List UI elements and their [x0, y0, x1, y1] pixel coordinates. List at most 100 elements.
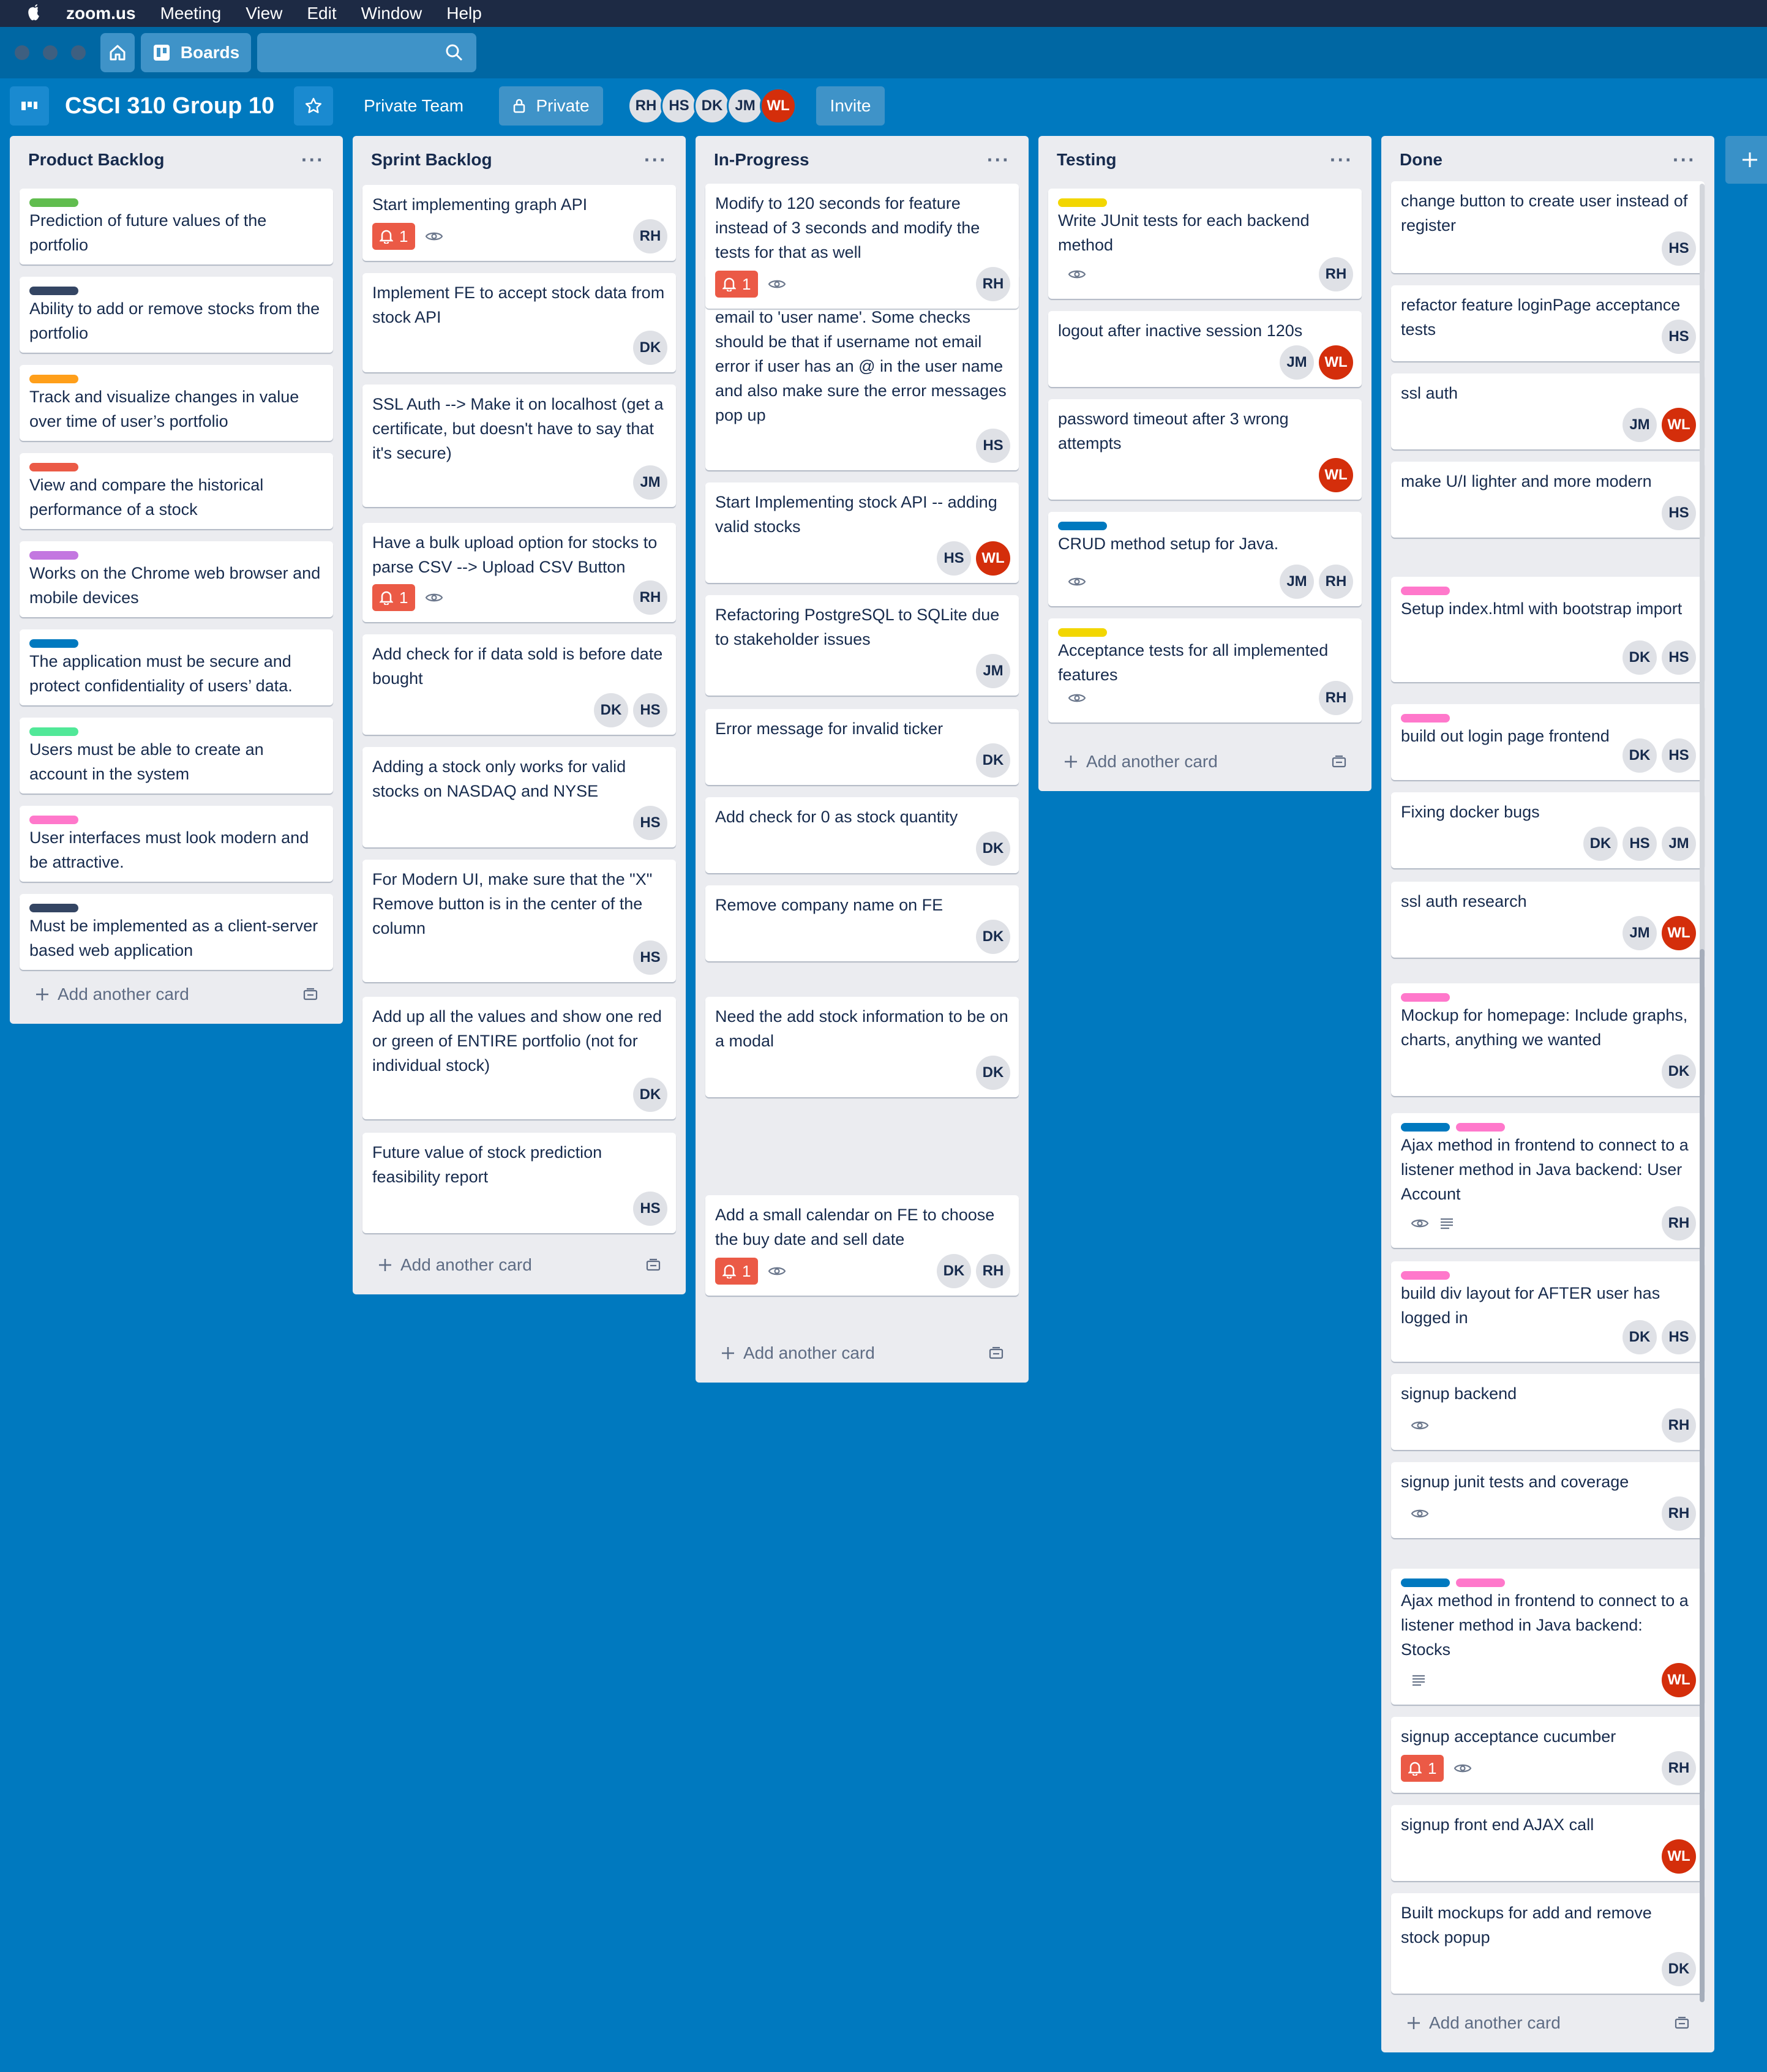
member-avatar[interactable]: RH [1319, 681, 1353, 715]
label-pink[interactable] [1456, 1123, 1505, 1132]
member-avatar[interactable]: RH [633, 219, 667, 253]
list-menu-icon[interactable]: ··· [301, 149, 325, 171]
card[interactable]: make U/I lighter and more modern HS [1391, 462, 1705, 538]
maximize-dot[interactable] [71, 45, 86, 60]
member-avatar[interactable]: RH [1319, 565, 1353, 599]
avatar[interactable]: HS [661, 88, 698, 124]
member-avatar[interactable]: HS [976, 429, 1010, 463]
label-pink[interactable] [1401, 587, 1450, 595]
member-avatar[interactable]: DK [976, 831, 1010, 866]
minimize-dot[interactable] [43, 45, 58, 60]
member-avatar[interactable]: RH [1319, 257, 1353, 291]
avatar[interactable]: JM [727, 88, 764, 124]
member-avatar[interactable]: WL [1662, 916, 1696, 950]
card[interactable]: build out login page frontend DK HS [1391, 704, 1705, 780]
boards-button[interactable]: Boards [141, 33, 251, 72]
card[interactable]: change button to create user instead of … [1391, 181, 1705, 273]
template-icon[interactable] [1674, 2016, 1690, 2030]
member-avatar[interactable]: WL [1662, 1663, 1696, 1697]
label-yellow[interactable] [1058, 198, 1107, 207]
list-menu-icon[interactable]: ··· [644, 149, 667, 171]
label-blue[interactable] [29, 639, 78, 648]
card[interactable]: Ability to add or remove stocks from the… [20, 277, 333, 353]
card[interactable]: logout after inactive session 120s JM WL [1048, 311, 1362, 387]
card[interactable]: User interfaces must look modern and be … [20, 806, 333, 882]
template-icon[interactable] [302, 987, 318, 1002]
member-avatar[interactable]: RH [1662, 1408, 1696, 1443]
home-button[interactable] [100, 33, 135, 72]
card[interactable]: For Modern UI, make sure that the "X" Re… [362, 860, 676, 982]
card[interactable]: build div layout for AFTER user has logg… [1391, 1261, 1705, 1362]
avatar[interactable]: RH [628, 88, 665, 124]
member-avatar[interactable]: RH [1662, 1751, 1696, 1785]
card[interactable]: The application must be secure and prote… [20, 629, 333, 705]
label-navy[interactable] [29, 287, 78, 295]
card[interactable]: refactor feature loginPage acceptance te… [1391, 285, 1705, 361]
team-button[interactable]: Private Team [364, 96, 463, 116]
card[interactable]: Modify to 120 seconds for feature instea… [705, 184, 1019, 309]
app-menu[interactable]: zoom.us [66, 4, 136, 23]
member-avatar[interactable]: HS [1662, 231, 1696, 266]
member-avatar[interactable]: DK [976, 1056, 1010, 1090]
card[interactable]: Remove company name on FE DK [705, 885, 1019, 961]
card[interactable]: Mockup for homepage: Include graphs, cha… [1391, 983, 1705, 1096]
notification-badge[interactable]: 1 [372, 584, 416, 611]
star-button[interactable] [294, 86, 334, 126]
member-avatar[interactable]: HS [633, 940, 667, 975]
member-avatar[interactable]: RH [1662, 1206, 1696, 1241]
card[interactable]: Implement FE to accept stock data from s… [362, 273, 676, 372]
list-title[interactable]: Sprint Backlog [371, 150, 492, 170]
close-dot[interactable] [15, 45, 29, 60]
member-avatar[interactable]: DK [976, 920, 1010, 954]
menu-view[interactable]: View [246, 4, 282, 23]
member-avatar[interactable]: HS [633, 806, 667, 840]
member-avatar[interactable]: HS [1662, 1320, 1696, 1354]
template-icon[interactable] [1331, 754, 1347, 769]
label-green[interactable] [29, 198, 78, 207]
member-avatar[interactable]: DK [1662, 1054, 1696, 1089]
add-card-button[interactable]: Add another card [362, 1245, 676, 1285]
member-avatar[interactable]: DK [633, 331, 667, 365]
member-avatar[interactable]: DK [976, 743, 1010, 778]
member-avatar[interactable]: HS [1623, 827, 1657, 861]
card[interactable]: Fixing docker bugs DK HS JM [1391, 792, 1705, 868]
card[interactable]: Start implementing graph API 1 RH [362, 185, 676, 261]
card[interactable]: Need the add stock information to be on … [705, 997, 1019, 1097]
card[interactable]: password timeout after 3 wrong attempts W… [1048, 399, 1362, 500]
member-avatar[interactable]: HS [1662, 320, 1696, 354]
label-orange[interactable] [29, 375, 78, 383]
card[interactable]: signup junit tests and coverage RH [1391, 1462, 1705, 1538]
list-menu-icon[interactable]: ··· [987, 149, 1010, 171]
label-blue[interactable] [1058, 522, 1107, 530]
card[interactable]: Add up all the values and show one red o… [362, 997, 676, 1119]
label-yellow[interactable] [1058, 628, 1107, 637]
member-avatar[interactable]: DK [1623, 738, 1657, 773]
card[interactable]: View and compare the historical performa… [20, 453, 333, 529]
menu-help[interactable]: Help [446, 4, 482, 23]
label-pink[interactable] [1401, 1271, 1450, 1280]
member-avatar[interactable]: DK [1623, 1320, 1657, 1354]
add-card-button[interactable]: Add another card [1048, 742, 1362, 781]
list-title[interactable]: Testing [1057, 150, 1116, 170]
card[interactable]: Start Implementing stock API -- adding v… [705, 482, 1019, 583]
add-card-button[interactable]: Add another card [705, 1334, 1019, 1373]
menu-meeting[interactable]: Meeting [160, 4, 222, 23]
card[interactable]: CRUD method setup for Java. JM RH [1048, 512, 1362, 606]
card[interactable]: SSL Auth --> Make it on localhost (get a… [362, 385, 676, 507]
member-avatar[interactable]: JM [1623, 408, 1657, 442]
member-avatar[interactable]: HS [937, 541, 971, 576]
invite-button[interactable]: Invite [816, 86, 885, 126]
card[interactable]: Add check for if data sold is before dat… [362, 634, 676, 735]
member-avatar[interactable]: WL [1662, 1839, 1696, 1874]
card[interactable]: Have a bulk upload option for stocks to … [362, 523, 676, 622]
label-blue[interactable] [1401, 1123, 1450, 1132]
card[interactable]: Setup index.html with bootstrap import DK… [1391, 577, 1705, 682]
member-avatar[interactable]: DK [594, 693, 628, 727]
member-avatar[interactable]: RH [976, 267, 1010, 301]
label-red[interactable] [29, 463, 78, 471]
board-title[interactable]: CSCI 310 Group 10 [65, 93, 274, 119]
card[interactable]: Prediction of future values of the portf… [20, 189, 333, 265]
avatar[interactable]: DK [694, 88, 731, 124]
list-scrollbar-thumb[interactable] [1700, 949, 1705, 2002]
card[interactable]: Add check for 0 as stock quantity DK [705, 797, 1019, 873]
